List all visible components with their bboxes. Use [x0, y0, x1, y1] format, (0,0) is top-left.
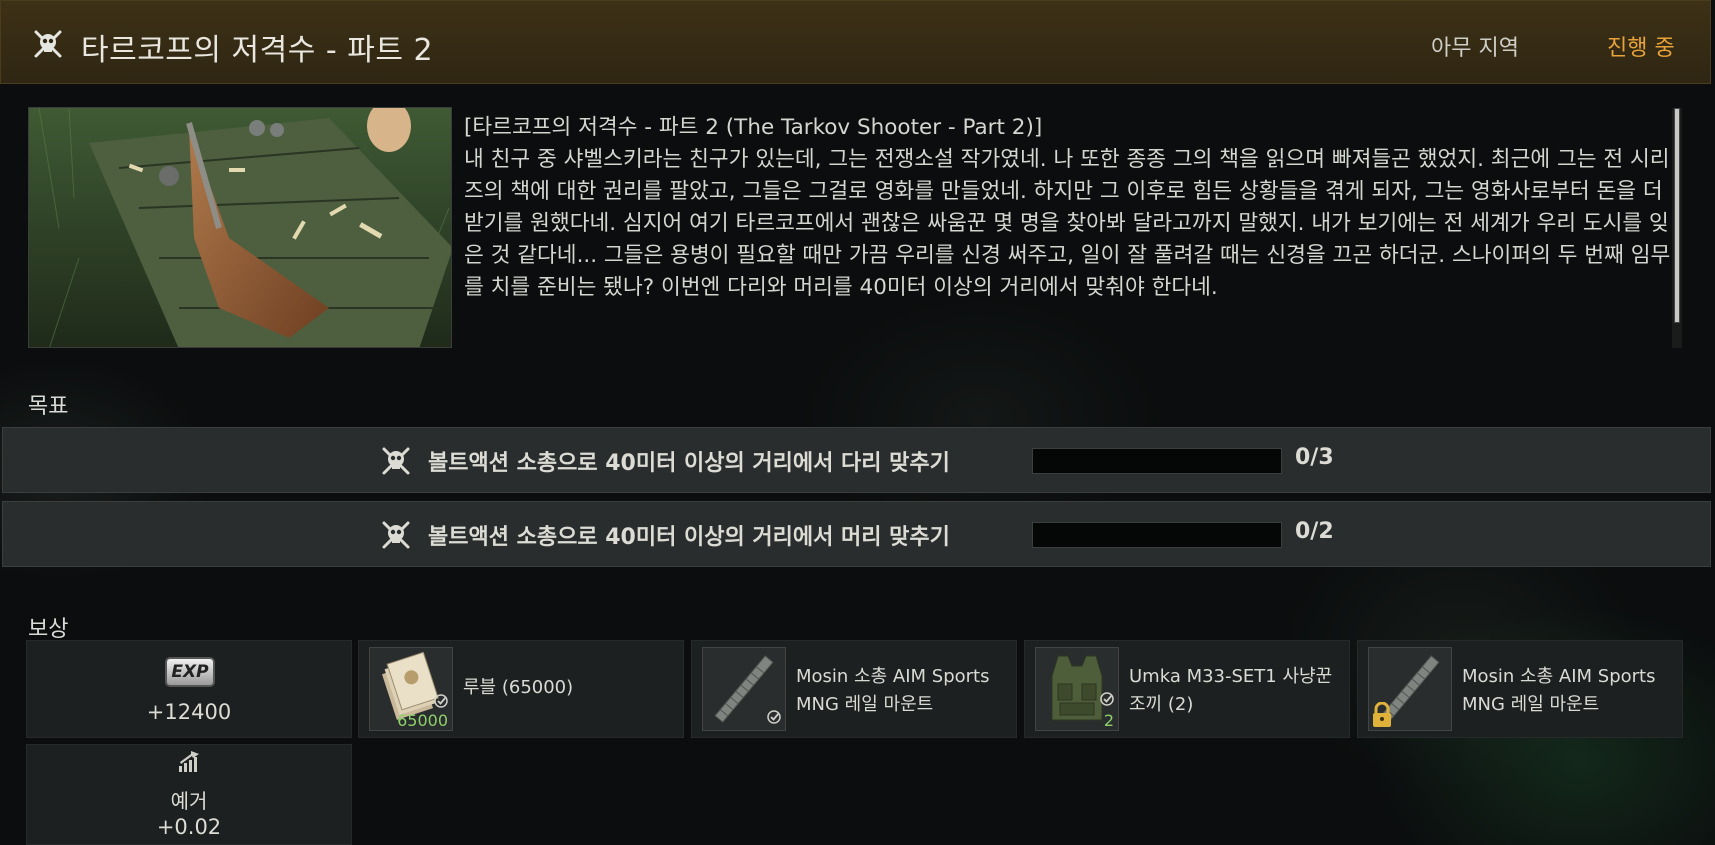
- item-thumbnail: [1368, 647, 1452, 731]
- skull-crossbones-icon: [382, 521, 410, 549]
- objective-count: 0/3: [1295, 445, 1334, 470]
- objective-text: 볼트액션 소총으로 40미터 이상의 거리에서 다리 맞추기: [428, 451, 950, 476]
- quest-title: 타르코프의 저격수 - 파트 2: [81, 33, 434, 68]
- reputation-reward: 예거 +0.02: [26, 744, 352, 845]
- trader-name: 예거: [170, 789, 208, 813]
- reward-item[interactable]: 65000 루블 (65000): [358, 640, 684, 738]
- description-heading: [타르코프의 저격수 - 파트 2 (The Tarkov Shooter - …: [464, 115, 1043, 140]
- objective-progress-bar: [1032, 522, 1282, 548]
- item-thumbnail: 65000: [369, 647, 453, 731]
- reward-item[interactable]: Mosin 소총 AIM Sports MNG 레일 마운트: [1357, 640, 1683, 738]
- item-thumbnail: 2: [1035, 647, 1119, 731]
- objective-text: 볼트액션 소총으로 40미터 이상의 거리에서 머리 맞추기: [428, 525, 950, 550]
- item-name: Mosin 소총 AIM Sports MNG 레일 마운트: [796, 666, 990, 715]
- reward-item[interactable]: Mosin 소총 AIM Sports MNG 레일 마운트: [691, 640, 1017, 738]
- checkmark-icon: [434, 694, 448, 708]
- checkmark-icon: [1100, 692, 1114, 706]
- objective-count: 0/2: [1295, 519, 1334, 544]
- item-quantity: 2: [1103, 711, 1114, 730]
- item-name: 루블 (65000): [463, 677, 574, 698]
- quest-status: 진행 중: [1607, 36, 1675, 61]
- objective-row: 볼트액션 소총으로 40미터 이상의 거리에서 머리 맞추기 0/2: [2, 501, 1711, 567]
- reputation-up-icon: [179, 751, 199, 772]
- objectives-label: 목표: [28, 394, 69, 419]
- description-body: 내 친구 중 샤벨스키라는 친구가 있는데, 그는 전쟁소설 작가였네. 나 또…: [464, 147, 1671, 300]
- item-thumbnail: [702, 647, 786, 731]
- item-name: Mosin 소총 AIM Sports MNG 레일 마운트: [1462, 666, 1656, 715]
- reward-item[interactable]: 2 Umka M33-SET1 사냥꾼 조끼 (2): [1024, 640, 1350, 738]
- checkmark-icon: [767, 710, 781, 724]
- item-name: Umka M33-SET1 사냥꾼 조끼 (2): [1129, 666, 1333, 715]
- scrollbar-thumb[interactable]: [1674, 108, 1680, 323]
- objective-row: 볼트액션 소총으로 40미터 이상의 거리에서 다리 맞추기 0/3: [2, 427, 1711, 493]
- quest-description: [타르코프의 저격수 - 파트 2 (The Tarkov Shooter - …: [464, 112, 1674, 350]
- quest-header: 타르코프의 저격수 - 파트 2 아무 지역 진행 중: [0, 0, 1711, 84]
- lock-icon: [1373, 702, 1391, 727]
- exp-value: +12400: [146, 700, 232, 724]
- quest-image: [28, 107, 452, 348]
- skull-crossbones-icon: [382, 447, 410, 475]
- rewards-label: 보상: [28, 617, 69, 642]
- objective-progress-bar: [1032, 448, 1282, 474]
- quest-location: 아무 지역: [1431, 36, 1519, 61]
- item-quantity: 65000: [397, 711, 448, 730]
- exp-icon: EXP: [165, 657, 215, 687]
- exp-reward: EXP +12400: [26, 640, 352, 738]
- reputation-value: +0.02: [156, 815, 222, 839]
- description-scrollbar[interactable]: [1672, 108, 1682, 348]
- skull-crossbones-icon: [34, 30, 62, 58]
